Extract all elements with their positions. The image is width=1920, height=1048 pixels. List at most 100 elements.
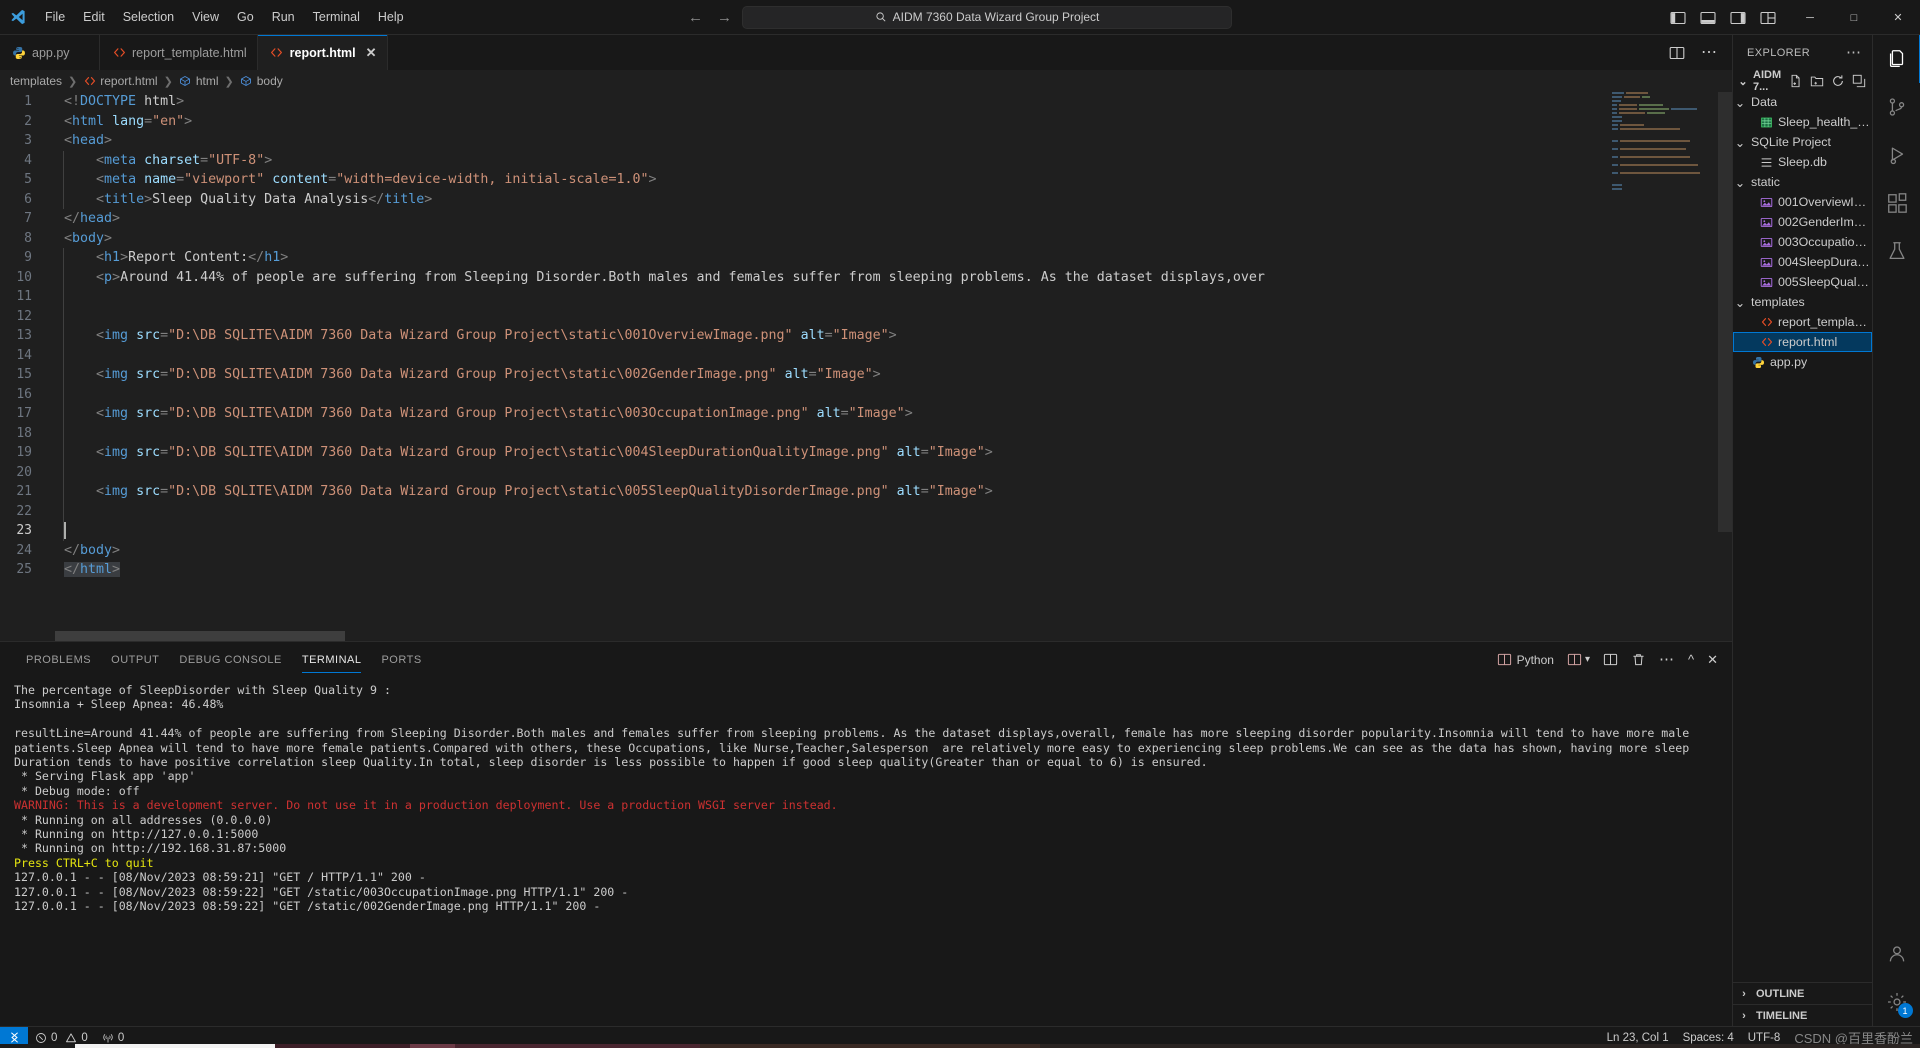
code-line[interactable]: 11 — [0, 287, 1732, 307]
activity-settings-gear-icon[interactable]: 1 — [1873, 978, 1920, 1026]
breadcrumb-item-report-html[interactable]: report.html — [83, 74, 158, 88]
chevron-down-icon[interactable]: ⌄ — [1733, 295, 1747, 310]
menu-file[interactable]: File — [36, 6, 74, 28]
tree-file[interactable]: 005SleepQualityDis... — [1733, 272, 1872, 292]
workspace-root-row[interactable]: ⌄ AIDM 7... — [1733, 69, 1872, 93]
code-line[interactable]: 23 — [0, 521, 1732, 541]
breadcrumb-item-body[interactable]: body — [240, 74, 283, 88]
activity-account-icon[interactable] — [1873, 930, 1920, 978]
chevron-down-icon[interactable]: ⌄ — [1733, 95, 1747, 110]
code-line[interactable]: 15 <img src="D:\DB SQLITE\AIDM 7360 Data… — [0, 365, 1732, 385]
code-line[interactable]: 3 <head> — [0, 131, 1732, 151]
code-line[interactable]: 12 — [0, 306, 1732, 326]
code-line[interactable]: 4 <meta charset="UTF-8"> — [0, 150, 1732, 170]
tree-folder[interactable]: ⌄ static — [1733, 172, 1872, 192]
tree-file[interactable]: app.py — [1733, 352, 1872, 372]
command-center[interactable]: AIDM 7360 Data Wizard Group Project — [742, 5, 1232, 29]
code-line[interactable]: 22 — [0, 501, 1732, 521]
menu-view[interactable]: View — [183, 6, 228, 28]
tab-report-template-html[interactable]: report_template.html — [100, 35, 258, 70]
editor-scroll-thumb[interactable] — [1718, 92, 1732, 532]
code-line[interactable]: 7 </head> — [0, 209, 1732, 229]
code-line[interactable]: 18 — [0, 423, 1732, 443]
tree-folder[interactable]: ⌄ templates — [1733, 292, 1872, 312]
menu-terminal[interactable]: Terminal — [304, 6, 369, 28]
tree-file[interactable]: 004SleepDurationQ... — [1733, 252, 1872, 272]
back-arrow-icon[interactable]: ← — [688, 10, 703, 25]
activity-source-control-icon[interactable] — [1873, 83, 1920, 131]
code-line[interactable]: 24 </body> — [0, 541, 1732, 561]
tree-file[interactable]: 002GenderImage.png — [1733, 212, 1872, 232]
tree-file[interactable]: Sleep.db — [1733, 152, 1872, 172]
tab-app-py[interactable]: app.py — [0, 35, 100, 70]
code-line[interactable]: 17 <img src="D:\DB SQLITE\AIDM 7360 Data… — [0, 404, 1732, 424]
tree-file[interactable]: 003OccupationImag... — [1733, 232, 1872, 252]
editor-actions-more-icon[interactable]: ⋯ — [1701, 44, 1718, 61]
code-line[interactable]: 25 </html> — [0, 560, 1732, 580]
kill-terminal-icon[interactable] — [1631, 652, 1646, 667]
code-line[interactable]: 8 <body> — [0, 229, 1732, 249]
tab-close-icon[interactable]: ✕ — [366, 45, 377, 61]
minimize-button[interactable]: ─ — [1788, 0, 1832, 35]
tree-file[interactable]: report.html — [1733, 332, 1872, 352]
chevron-down-icon[interactable]: ⌄ — [1733, 175, 1747, 190]
menu-selection[interactable]: Selection — [114, 6, 183, 28]
code-line[interactable]: 13 <img src="D:\DB SQLITE\AIDM 7360 Data… — [0, 326, 1732, 346]
outline-section-header[interactable]: › OUTLINE — [1733, 982, 1872, 1004]
close-panel-icon[interactable]: ✕ — [1707, 652, 1718, 668]
code-line[interactable]: 6 <title>Sleep Quality Data Analysis</ti… — [0, 189, 1732, 209]
editor-horizontal-scrollbar[interactable] — [0, 631, 1560, 641]
terminal-output[interactable]: The percentage of SleepDisorder with Sle… — [0, 677, 1732, 1026]
toggle-secondary-sidebar-icon[interactable] — [1730, 10, 1746, 26]
code-line[interactable]: 1 <!DOCTYPE html> — [0, 92, 1732, 112]
menu-bar[interactable]: File Edit Selection View Go Run Terminal… — [36, 6, 413, 28]
explorer-more-icon[interactable]: ⋯ — [1846, 45, 1862, 60]
code-line[interactable]: 16 — [0, 384, 1732, 404]
code-line[interactable]: 2 <html lang="en"> — [0, 112, 1732, 132]
code-line[interactable]: 19 <img src="D:\DB SQLITE\AIDM 7360 Data… — [0, 443, 1732, 463]
editor-hscroll-thumb[interactable] — [55, 631, 345, 641]
menu-help[interactable]: Help — [369, 6, 413, 28]
toggle-panel-icon[interactable] — [1700, 10, 1716, 26]
timeline-section-header[interactable]: › TIMELINE — [1733, 1004, 1872, 1026]
tab-debug-console[interactable]: DEBUG CONSOLE — [169, 642, 291, 677]
split-editor-icon[interactable] — [1669, 45, 1685, 61]
breadcrumb-item-html[interactable]: html — [179, 74, 219, 88]
tab-report-html[interactable]: report.html ✕ — [257, 35, 388, 70]
code-line[interactable]: 5 <meta name="viewport" content="width=d… — [0, 170, 1732, 190]
maximize-panel-icon[interactable]: ^ — [1688, 652, 1694, 667]
new-file-icon[interactable] — [1789, 74, 1803, 88]
new-terminal-dropdown[interactable]: ▾ — [1567, 652, 1590, 667]
editor-vertical-scrollbar[interactable] — [1718, 92, 1732, 641]
refresh-icon[interactable] — [1831, 74, 1845, 88]
tree-folder[interactable]: ⌄ SQLite Project — [1733, 132, 1872, 152]
tab-problems[interactable]: PROBLEMS — [16, 642, 101, 677]
code-editor[interactable]: 1 <!DOCTYPE html> 2 <html lang="en"> 3 <head>… — [0, 92, 1732, 641]
menu-edit[interactable]: Edit — [74, 6, 114, 28]
tab-terminal[interactable]: TERMINAL — [292, 642, 372, 677]
chevron-down-icon[interactable]: ⌄ — [1733, 135, 1747, 150]
code-line[interactable]: 20 — [0, 462, 1732, 482]
file-tree[interactable]: ⌄ DataSleep_health_and_lif... ⌄ SQLite Proj… — [1733, 92, 1872, 982]
customize-layout-icon[interactable] — [1760, 10, 1776, 26]
new-folder-icon[interactable] — [1810, 74, 1824, 88]
editor-minimap[interactable] — [1608, 92, 1718, 641]
collapse-all-icon[interactable] — [1852, 74, 1866, 88]
tree-file[interactable]: Sleep_health_and_lif... — [1733, 112, 1872, 132]
code-lines[interactable]: 1 <!DOCTYPE html> 2 <html lang="en"> 3 <head>… — [0, 92, 1732, 580]
code-line[interactable]: 9 <h1>Report Content:</h1> — [0, 248, 1732, 268]
menu-run[interactable]: Run — [263, 6, 304, 28]
tree-file[interactable]: report_template.html — [1733, 312, 1872, 332]
code-line[interactable]: 10 <p>Around 41.44% of people are suffer… — [0, 267, 1732, 287]
code-line[interactable]: 14 — [0, 345, 1732, 365]
chevron-down-icon[interactable]: ⌄ — [1736, 75, 1750, 88]
toggle-primary-sidebar-icon[interactable] — [1670, 10, 1686, 26]
activity-extensions-icon[interactable] — [1873, 179, 1920, 227]
terminal-kind-selector[interactable]: Python — [1497, 652, 1554, 667]
breadcrumb-item-templates[interactable]: templates — [10, 74, 62, 88]
tree-folder[interactable]: ⌄ Data — [1733, 92, 1872, 112]
menu-go[interactable]: Go — [228, 6, 263, 28]
split-terminal-icon[interactable] — [1603, 652, 1618, 667]
code-line[interactable]: 21 <img src="D:\DB SQLITE\AIDM 7360 Data… — [0, 482, 1732, 502]
forward-arrow-icon[interactable]: → — [717, 10, 732, 25]
